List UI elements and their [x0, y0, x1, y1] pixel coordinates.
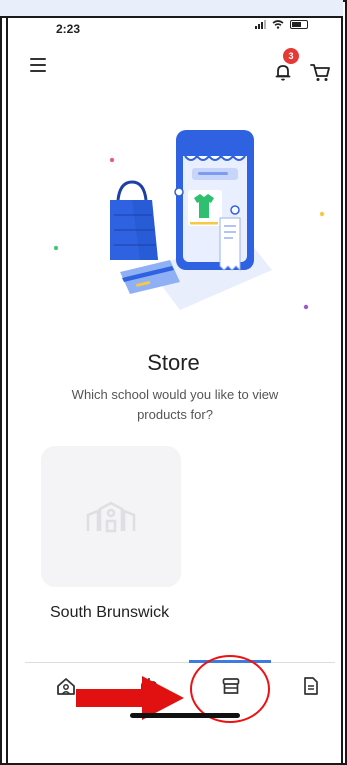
notification-badge: 3 — [283, 48, 299, 64]
wifi-icon — [272, 20, 284, 29]
tab-bar-divider — [25, 662, 335, 663]
status-time: 2:23 — [56, 22, 81, 36]
hamburger-menu-icon[interactable] — [30, 58, 46, 72]
bell-icon[interactable] — [273, 62, 293, 82]
home-indicator — [130, 713, 240, 718]
school-card[interactable] — [41, 446, 181, 587]
home-icon[interactable] — [56, 676, 76, 696]
school-building-icon — [86, 501, 136, 533]
status-icons — [255, 20, 308, 29]
school-name[interactable]: South Brunswick — [50, 602, 190, 623]
document-icon[interactable] — [302, 676, 320, 696]
store-illustration — [53, 130, 325, 310]
page-subtitle: Which school would you like to view prod… — [71, 387, 279, 422]
cart-icon[interactable] — [309, 61, 331, 83]
page-title: Store — [147, 350, 200, 375]
battery-icon — [290, 20, 308, 29]
top-strip — [0, 0, 343, 18]
signal-icon — [255, 20, 266, 29]
